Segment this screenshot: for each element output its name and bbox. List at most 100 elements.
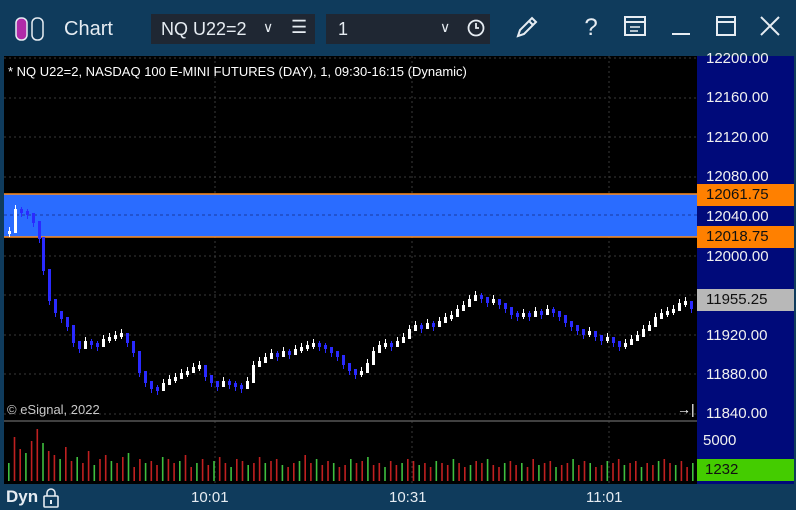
volume-bar: [144, 463, 147, 481]
candle-body: [246, 381, 249, 389]
volume-bar: [350, 459, 352, 481]
volume-bar: [207, 465, 210, 481]
candle-body: [8, 231, 11, 234]
volume-bar: [59, 459, 61, 481]
volume-bar: [612, 463, 614, 481]
volume-bar: [589, 463, 591, 481]
candle-body: [492, 299, 495, 303]
jump-to-end-icon[interactable]: →|: [677, 401, 695, 417]
volume-bar: [481, 463, 483, 481]
volume-bar: [82, 463, 84, 481]
candle-body: [38, 221, 41, 239]
mode-label[interactable]: Dyn: [6, 487, 38, 507]
time-axis[interactable]: Dyn 10:01 10:31 11:01: [0, 484, 796, 510]
volume-bar: [304, 455, 306, 481]
candle-body: [366, 363, 369, 373]
candle-body: [48, 269, 51, 301]
candle-body: [54, 299, 57, 313]
candle-body: [486, 297, 489, 303]
candle-body: [276, 353, 279, 357]
candle-body: [144, 371, 147, 383]
candle-body: [396, 341, 399, 347]
volume-bar: [595, 467, 597, 481]
candle-body: [426, 323, 429, 329]
volume-bar: [87, 451, 90, 481]
candle-body: [132, 341, 135, 353]
volume-bar: [401, 463, 403, 481]
volume-bar: [167, 459, 170, 481]
price-label: 12080.00: [706, 168, 769, 185]
volume-bar: [435, 461, 438, 481]
volume-bar: [515, 465, 517, 481]
price-label: 12160.00: [706, 89, 769, 106]
volume-bar: [173, 463, 175, 481]
copyright-text: © eSignal, 2022: [7, 402, 100, 417]
candle-body: [570, 321, 573, 327]
candle-body: [270, 353, 273, 359]
candle-body: [168, 379, 171, 385]
volume-bar: [606, 461, 609, 481]
volume-bar: [686, 467, 688, 481]
candle-body: [480, 295, 483, 299]
volume-bar: [424, 463, 426, 481]
volume-bar: [253, 463, 255, 481]
candle-body: [108, 337, 111, 341]
candle-body: [234, 383, 237, 387]
volume-bar: [275, 459, 278, 481]
candle-body: [180, 373, 183, 379]
volume-bar: [503, 463, 506, 481]
volume-bar: [247, 465, 249, 481]
candle-body: [528, 313, 531, 317]
candle-body: [32, 213, 35, 223]
candle-body: [636, 335, 639, 341]
candle-body: [252, 365, 255, 383]
candle-body: [192, 367, 195, 373]
candle-body: [510, 307, 513, 315]
candle-body: [624, 343, 627, 347]
candle-body: [558, 311, 561, 317]
volume-bar: [674, 465, 677, 481]
volume-bar: [30, 441, 33, 481]
volume-bar: [429, 467, 432, 481]
volume-bar: [446, 465, 449, 481]
volume-bar: [412, 461, 415, 481]
volume-bar: [99, 459, 101, 481]
candle-body: [222, 381, 225, 387]
volume-bar: [201, 459, 204, 481]
time-label: 10:01: [191, 489, 229, 506]
candle-body: [522, 313, 525, 317]
volume-bar: [532, 459, 534, 481]
volume-bar: [663, 459, 666, 481]
volume-bar: [196, 463, 198, 481]
candle-body: [156, 387, 159, 391]
volume-bar: [680, 461, 683, 481]
volume-bar: [321, 465, 324, 481]
volume-bar: [150, 461, 153, 481]
volume-bar: [617, 459, 620, 481]
volume-last-badge: 1232: [697, 459, 794, 481]
time-label: 11:01: [586, 489, 623, 506]
candle-body: [642, 329, 645, 337]
candle-body: [14, 209, 17, 233]
volume-bar: [355, 463, 358, 481]
volume-bar: [179, 461, 181, 481]
volume-bar: [378, 463, 381, 481]
candle-body: [20, 209, 23, 213]
candle-body: [294, 349, 297, 355]
candle-body: [648, 325, 651, 331]
candle-body: [534, 311, 537, 317]
volume-bar: [475, 461, 477, 481]
candle-body: [348, 363, 351, 371]
volume-bar: [184, 455, 187, 481]
candle-body: [264, 357, 267, 363]
lock-icon[interactable]: [42, 488, 60, 508]
volume-bar: [486, 459, 489, 481]
volume-bar: [315, 459, 318, 481]
volume-bar: [652, 465, 654, 481]
volume-bar: [224, 463, 227, 481]
volume-bar: [635, 461, 637, 481]
candle-body: [324, 345, 327, 349]
candle-body: [72, 325, 75, 343]
volume-bar: [407, 459, 409, 481]
volume-bar: [372, 465, 375, 481]
